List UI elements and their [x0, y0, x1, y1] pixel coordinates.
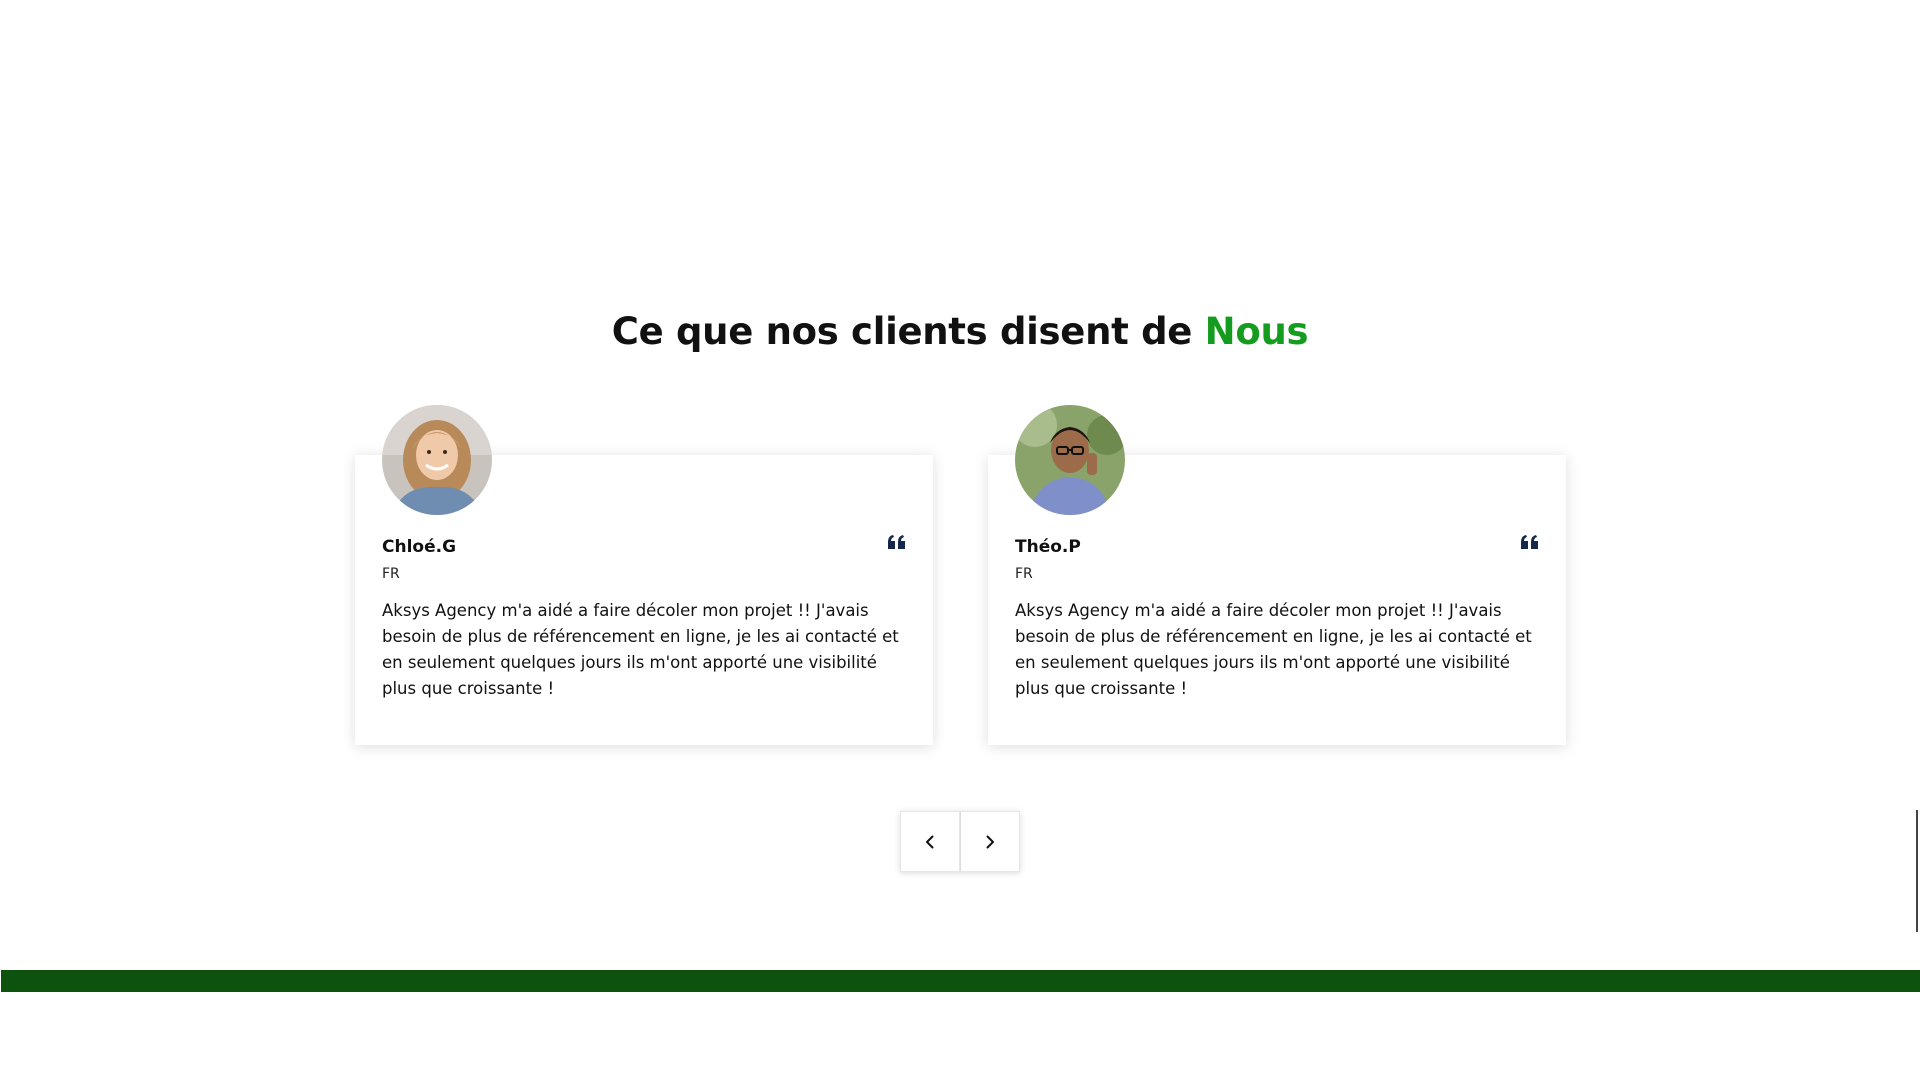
previous-button[interactable]: [900, 811, 960, 872]
scrollbar-thumb[interactable]: [1916, 810, 1918, 932]
testimonial-country: FR: [1015, 566, 1033, 582]
page: Ce que nos clients disent de Nous Chloé.…: [0, 0, 1920, 1080]
testimonial-card: Chloé.G FR Aksys Agency m'a aidé a faire…: [355, 405, 933, 745]
carousel-nav: [900, 811, 1020, 872]
avatar: [382, 405, 492, 515]
man-portrait-photo: [1015, 405, 1125, 515]
woman-portrait-photo: [382, 405, 492, 515]
section-title-accent: Nous: [1204, 310, 1309, 353]
chevron-left-icon: [926, 835, 934, 848]
testimonial-text: Aksys Agency m'a aidé a faire décoler mo…: [1015, 601, 1532, 698]
testimonial-card: Théo.P FR Aksys Agency m'a aidé a faire …: [988, 405, 1566, 745]
testimonial-name: Chloé.G: [382, 537, 457, 557]
testimonial-name: Théo.P: [1015, 537, 1081, 557]
quote-left-icon: [888, 535, 906, 549]
chevron-right-icon: [986, 835, 994, 848]
testimonial-country: FR: [382, 566, 400, 582]
avatar: [1015, 405, 1125, 515]
next-button[interactable]: [960, 811, 1020, 872]
section-title: Ce que nos clients disent de Nous: [0, 310, 1920, 353]
section-title-main: Ce que nos clients disent de: [611, 310, 1193, 353]
footer-bar: [1, 970, 1920, 992]
testimonial-text: Aksys Agency m'a aidé a faire décoler mo…: [382, 601, 899, 698]
quote-left-icon: [1521, 535, 1539, 549]
